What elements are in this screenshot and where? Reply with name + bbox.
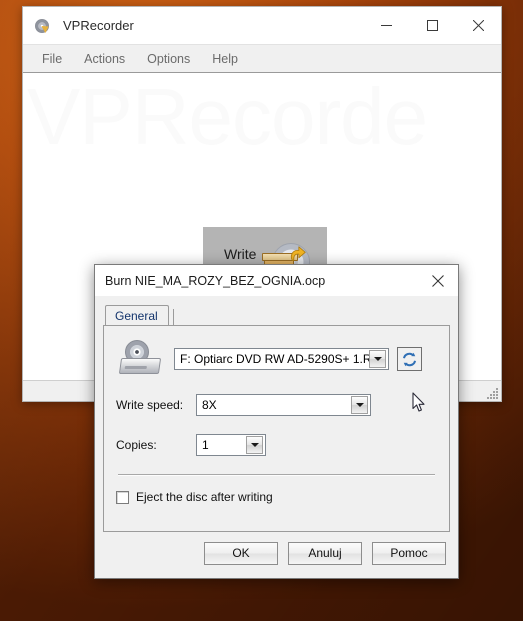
watermark-text: VPRecorde: [27, 72, 428, 161]
write-speed-select[interactable]: 8X: [196, 394, 371, 416]
dialog-tabpanel-general: F: Optiarc DVD RW AD-5290S+ 1.RN Write s…: [103, 325, 450, 532]
ok-button[interactable]: OK: [204, 541, 278, 565]
copies-label: Copies:: [116, 438, 157, 452]
drive-select-arrow[interactable]: [369, 350, 386, 368]
write-speed-value: 8X: [202, 398, 217, 412]
eject-checkbox-row[interactable]: Eject the disc after writing: [116, 490, 437, 504]
help-button[interactable]: Pomoc: [372, 541, 446, 565]
section-divider: [118, 474, 435, 476]
drive-select-value: F: Optiarc DVD RW AD-5290S+ 1.RN: [180, 352, 369, 366]
copies-value: 1: [202, 438, 209, 452]
maximize-button[interactable]: [409, 7, 455, 44]
dialog-body: General F: Optiarc DVD RW AD-5290S+ 1.RN: [95, 296, 458, 532]
main-window-title: VPRecorder: [63, 18, 134, 33]
menu-item-help[interactable]: Help: [201, 48, 249, 70]
dialog-tabstrip: General: [103, 304, 450, 326]
drive-select[interactable]: F: Optiarc DVD RW AD-5290S+ 1.RN: [174, 348, 389, 370]
dialog-close-button[interactable]: [418, 265, 458, 296]
copies-row: Copies: 1: [116, 434, 437, 456]
cancel-button[interactable]: Anuluj: [288, 541, 362, 565]
maximize-icon: [426, 20, 438, 31]
resize-grip-icon[interactable]: [485, 386, 499, 400]
dialog-titlebar[interactable]: Burn NIE_MA_ROZY_BEZ_OGNIA.ocp: [95, 265, 458, 296]
close-button[interactable]: [455, 7, 501, 44]
close-icon: [472, 20, 484, 31]
dialog-button-bar: OK Anuluj Pomoc: [95, 532, 458, 578]
eject-checkbox-label: Eject the disc after writing: [136, 490, 273, 504]
drive-row: F: Optiarc DVD RW AD-5290S+ 1.RN: [116, 340, 437, 378]
app-icon: [35, 17, 53, 35]
minimize-button[interactable]: [363, 7, 409, 44]
refresh-icon: [402, 352, 417, 366]
menu-item-options[interactable]: Options: [136, 48, 201, 70]
tabstrip-divider: [172, 309, 180, 325]
cd-drive-icon: [118, 340, 164, 378]
close-icon: [432, 274, 444, 287]
menu-item-file[interactable]: File: [31, 48, 73, 70]
write-speed-label: Write speed:: [116, 398, 184, 412]
eject-checkbox[interactable]: [116, 490, 129, 504]
main-window-titlebar[interactable]: VPRecorder: [23, 7, 501, 44]
chevron-down-icon: [373, 357, 382, 361]
refresh-drives-button[interactable]: [397, 347, 422, 371]
write-speed-arrow[interactable]: [351, 396, 368, 414]
main-menubar: File Actions Options Help: [23, 44, 501, 72]
write-speed-row: Write speed: 8X: [116, 394, 437, 416]
minimize-icon: [380, 25, 392, 26]
copies-select-arrow[interactable]: [246, 436, 263, 454]
chevron-down-icon: [250, 443, 259, 447]
dialog-title: Burn NIE_MA_ROZY_BEZ_OGNIA.ocp: [105, 273, 326, 288]
menu-item-actions[interactable]: Actions: [73, 48, 136, 70]
window-controls: [363, 7, 501, 44]
chevron-down-icon: [355, 403, 364, 407]
tab-general[interactable]: General: [105, 305, 169, 326]
copies-select[interactable]: 1: [196, 434, 266, 456]
burn-dialog: Burn NIE_MA_ROZY_BEZ_OGNIA.ocp General F…: [94, 264, 459, 579]
